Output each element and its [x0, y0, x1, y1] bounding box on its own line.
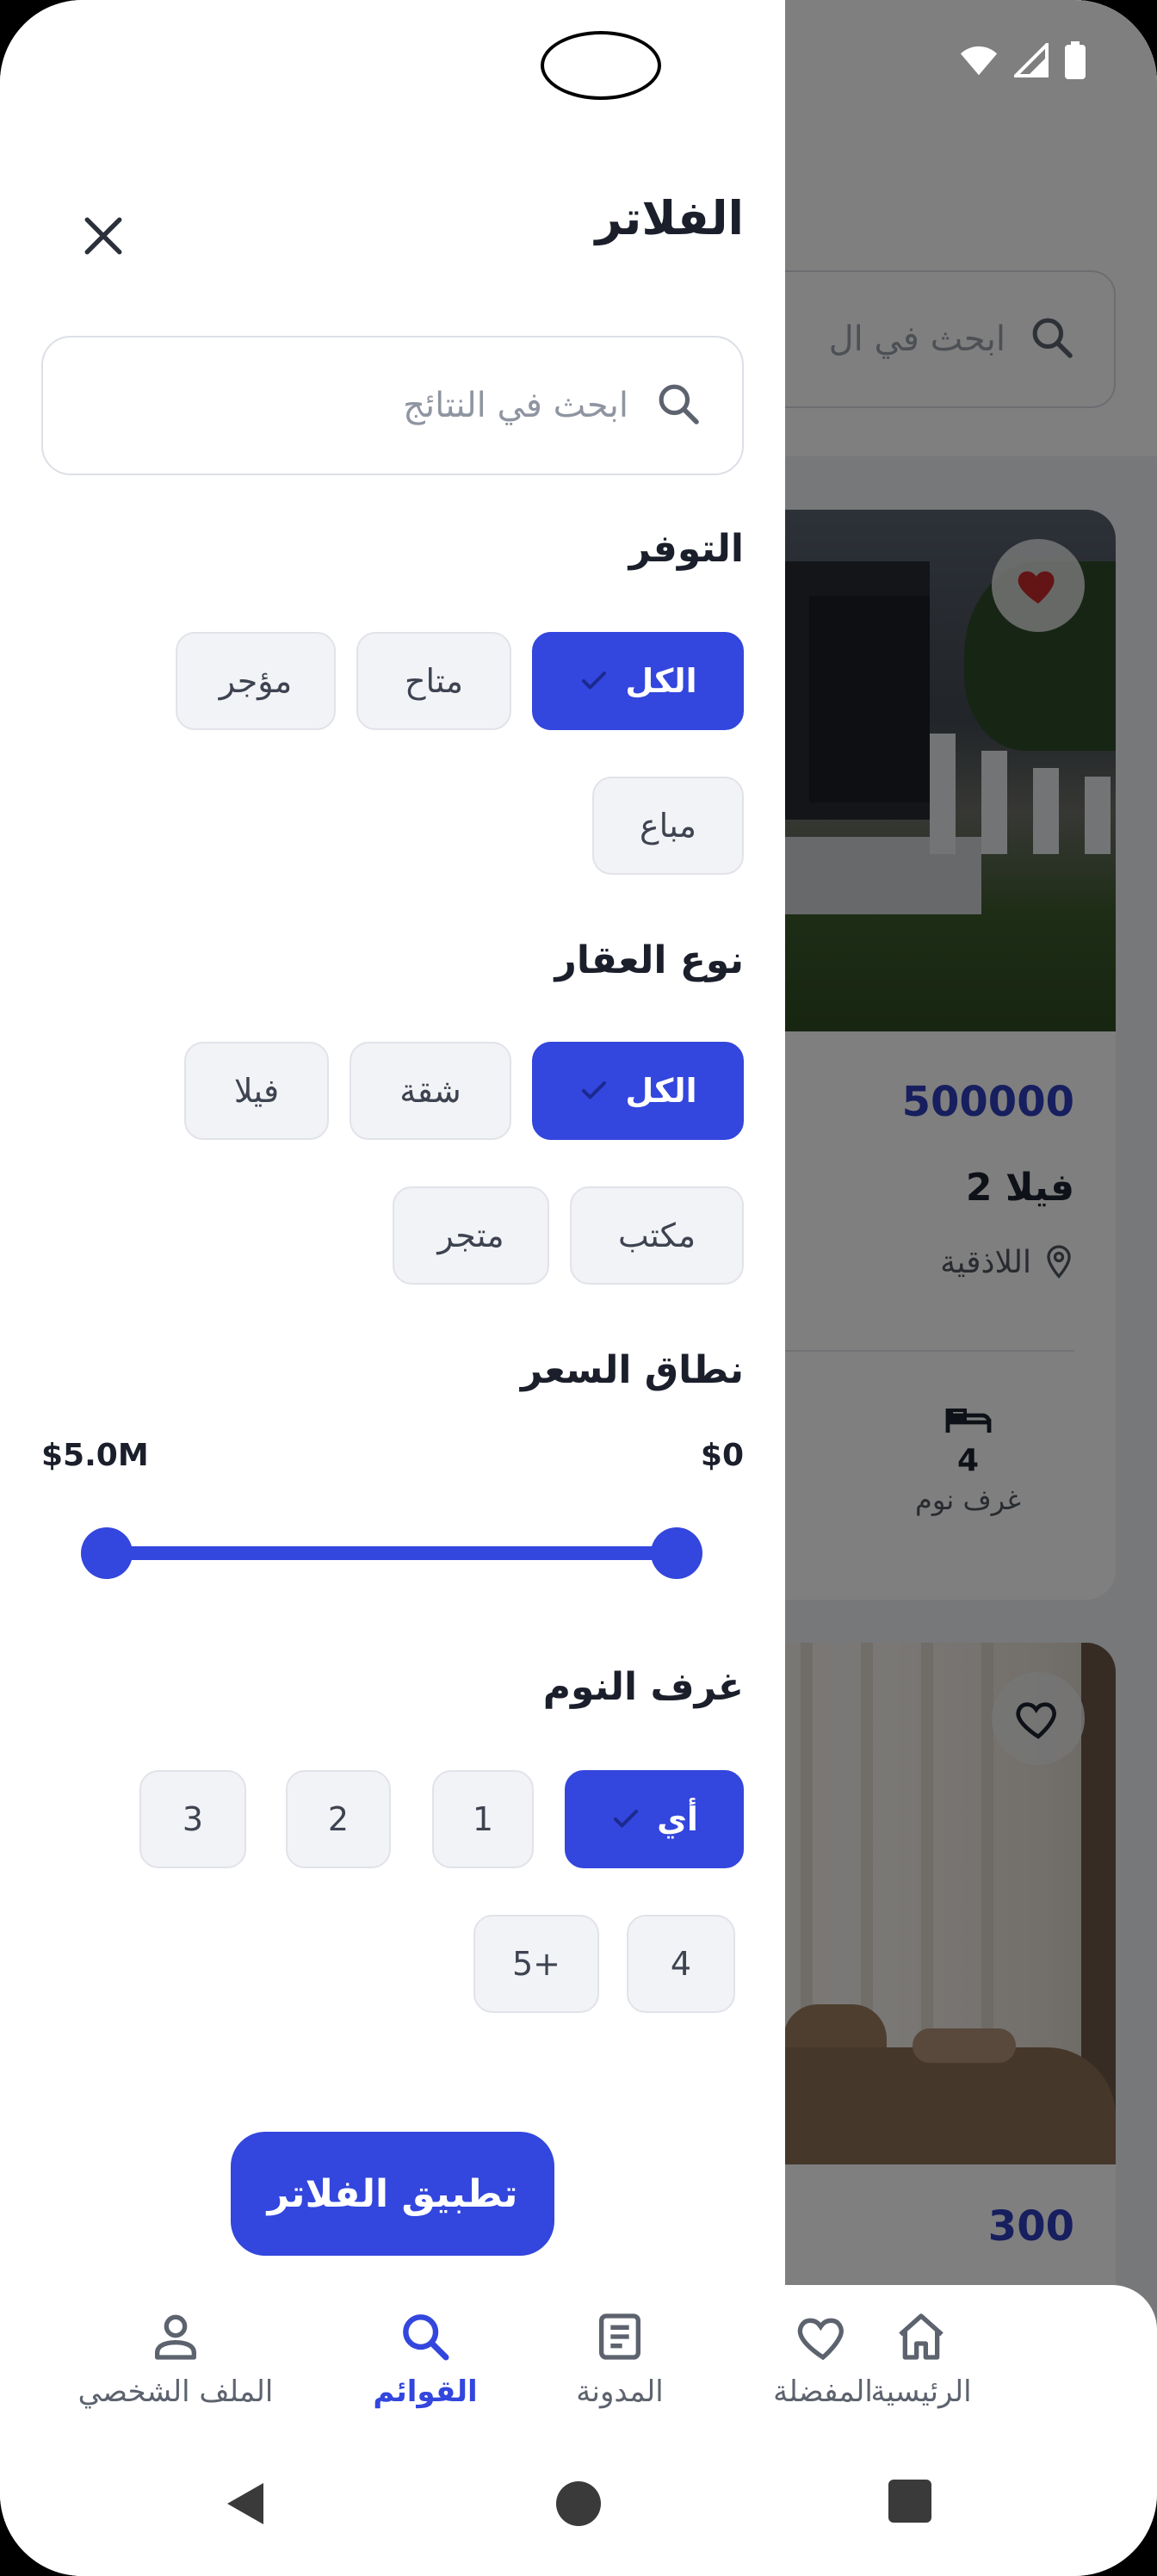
nav-label: الملف الشخصي — [77, 2375, 274, 2409]
chip-label: فيلا — [233, 1072, 280, 1110]
nav-blog[interactable]: المدونة — [508, 2311, 732, 2409]
bedrooms-chip-any[interactable]: أي — [565, 1770, 744, 1868]
chip-label: الكل — [625, 1072, 697, 1110]
search-icon — [403, 2314, 449, 2361]
chip-label: 4 — [670, 1945, 692, 1983]
status-bar-icons — [959, 41, 1086, 79]
chip-label: 3 — [182, 1800, 204, 1838]
price-min-label: $0 — [700, 1438, 744, 1473]
availability-chip-rented[interactable]: مؤجر — [176, 632, 336, 730]
chip-label: 5+ — [511, 1945, 561, 1983]
chip-label: مباع — [639, 807, 697, 845]
availability-chip-sold[interactable]: مباع — [592, 777, 744, 875]
close-icon — [84, 217, 122, 255]
heart-icon — [797, 2318, 844, 2361]
bottom-navigation: الرئيسية المفضلة المدونة القوائم الملف ا… — [0, 2285, 1157, 2576]
property-type-chip-all[interactable]: الكل — [532, 1042, 744, 1140]
property-type-chip-apartment[interactable]: شقة — [350, 1042, 511, 1140]
nav-label: المدونة — [576, 2375, 664, 2409]
availability-heading: التوفر — [628, 527, 744, 571]
chip-label: 1 — [472, 1800, 494, 1838]
bedrooms-chip-4[interactable]: 4 — [627, 1915, 735, 2013]
property-type-chip-office[interactable]: مكتب — [570, 1186, 744, 1285]
price-max-label: $5.0M — [41, 1438, 149, 1473]
bedrooms-heading: غرف النوم — [542, 1665, 744, 1709]
nav-favorites[interactable]: المفضلة — [711, 2311, 935, 2409]
bedrooms-chip-1[interactable]: 1 — [432, 1770, 534, 1868]
person-icon — [155, 2314, 196, 2360]
nav-label: المفضلة — [773, 2375, 873, 2409]
price-min-thumb[interactable] — [651, 1527, 702, 1579]
article-icon — [599, 2313, 640, 2360]
property-type-chip-shop[interactable]: متجر — [393, 1186, 549, 1285]
nav-listings[interactable]: القوائم — [313, 2311, 537, 2409]
search-icon — [654, 380, 702, 431]
chip-label: متاح — [405, 662, 463, 700]
nav-profile[interactable]: الملف الشخصي — [38, 2311, 313, 2409]
chip-label: مؤجر — [219, 662, 293, 700]
nav-label: القوائم — [373, 2375, 478, 2409]
chip-label: شقة — [399, 1072, 461, 1110]
bedrooms-chip-5-plus[interactable]: 5+ — [473, 1915, 599, 2013]
results-search-field[interactable] — [41, 336, 744, 475]
wifi-icon — [960, 46, 998, 76]
check-icon — [582, 672, 607, 690]
results-search-input[interactable] — [146, 386, 628, 425]
chip-label: 2 — [327, 1800, 350, 1838]
signal-icon — [1014, 43, 1049, 77]
check-icon — [614, 1810, 639, 1828]
front-camera — [541, 31, 661, 100]
chip-label: أي — [657, 1800, 698, 1838]
price-range-heading: نطاق السعر — [520, 1348, 744, 1392]
close-button[interactable] — [69, 201, 138, 270]
chip-label: الكل — [625, 662, 697, 700]
check-icon — [582, 1081, 607, 1099]
price-max-thumb[interactable] — [81, 1527, 133, 1579]
battery-icon — [1065, 41, 1086, 79]
recents-icon[interactable] — [888, 2480, 931, 2523]
property-type-chip-villa[interactable]: فيلا — [184, 1042, 329, 1140]
back-icon[interactable] — [222, 2480, 267, 2528]
next-section-heading-cut — [572, 2073, 744, 2092]
price-range-track[interactable] — [107, 1546, 677, 1560]
bedrooms-chip-2[interactable]: 2 — [286, 1770, 391, 1868]
availability-chip-available[interactable]: متاح — [356, 632, 511, 730]
home-circle-icon[interactable] — [554, 2480, 603, 2528]
device-screen: ابحث في ال 500000 فيلا 2 اللاذقية — [0, 0, 1157, 2576]
filters-drawer: الفلاتر التوفر الكل متاح مؤجر مباع نوع ا… — [0, 0, 785, 2576]
property-type-heading: نوع العقار — [554, 938, 744, 982]
chip-label: مكتب — [617, 1217, 696, 1254]
chip-label: متجر — [437, 1217, 504, 1254]
drawer-title: الفلاتر — [595, 191, 744, 245]
availability-chip-all[interactable]: الكل — [532, 632, 744, 730]
apply-filters-button[interactable]: تطبيق الفلاتر — [231, 2132, 554, 2256]
bedrooms-chip-3[interactable]: 3 — [139, 1770, 246, 1868]
